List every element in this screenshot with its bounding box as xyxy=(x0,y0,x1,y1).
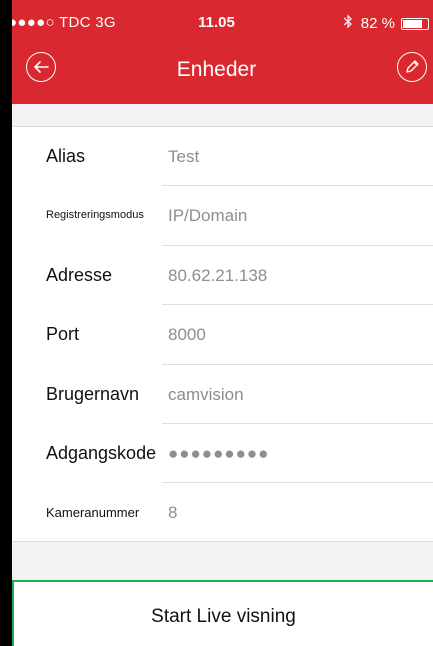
field-row-port[interactable]: Port 8000 xyxy=(12,305,433,365)
page-title: Enheder xyxy=(176,58,257,81)
field-label: Registreringsmodus xyxy=(46,209,144,222)
field-label: Alias xyxy=(46,146,86,166)
field-value: 80.62.21.138 xyxy=(168,265,268,285)
field-value: 8 xyxy=(168,503,178,523)
field-label: Port xyxy=(46,324,80,345)
field-value: IP/Domain xyxy=(168,206,248,226)
battery-fill xyxy=(403,19,423,28)
action-area: Start Live visning xyxy=(12,580,433,646)
field-value: camvision xyxy=(168,384,244,404)
bluetooth-icon xyxy=(343,14,353,33)
field-row-alias[interactable]: Alias Test xyxy=(12,127,433,187)
start-live-view-button[interactable]: Start Live visning xyxy=(14,582,433,646)
field-label: Kameranummer xyxy=(46,505,140,521)
battery-icon xyxy=(401,17,429,30)
field-label: Adgangskode xyxy=(46,442,157,463)
left-edge-bar xyxy=(0,0,12,646)
field-label: Adresse xyxy=(46,264,113,285)
field-row-username[interactable]: Brugernavn camvision xyxy=(12,365,433,424)
device-field-list: Alias Test Registreringsmodus IP/Domain … xyxy=(12,126,433,542)
status-bar: ●●●●○ TDC 3G 11.05 82 % xyxy=(0,0,433,40)
field-label: Brugernavn xyxy=(46,383,140,404)
field-row-registration-mode[interactable]: Registreringsmodus IP/Domain xyxy=(12,186,433,246)
device-detail-screen: ●●●●○ TDC 3G 11.05 82 % Enheder Alias Te… xyxy=(0,0,433,646)
field-value: 8000 xyxy=(168,325,206,345)
field-row-camera-number[interactable]: Kameranummer 8 xyxy=(12,483,433,542)
navigation-bar: Enheder xyxy=(0,46,433,90)
edit-button[interactable] xyxy=(397,52,427,82)
pencil-icon xyxy=(406,60,419,73)
field-row-address[interactable]: Adresse 80.62.21.138 xyxy=(12,246,433,306)
battery-indicator: 82 % xyxy=(343,14,429,33)
app-header: ●●●●○ TDC 3G 11.05 82 % Enheder xyxy=(0,0,433,104)
field-value: Test xyxy=(168,147,200,166)
field-value: ●●●●●●●●● xyxy=(168,443,270,463)
battery-percent: 82 % xyxy=(360,15,395,32)
field-row-password[interactable]: Adgangskode ●●●●●●●●● xyxy=(12,424,433,484)
